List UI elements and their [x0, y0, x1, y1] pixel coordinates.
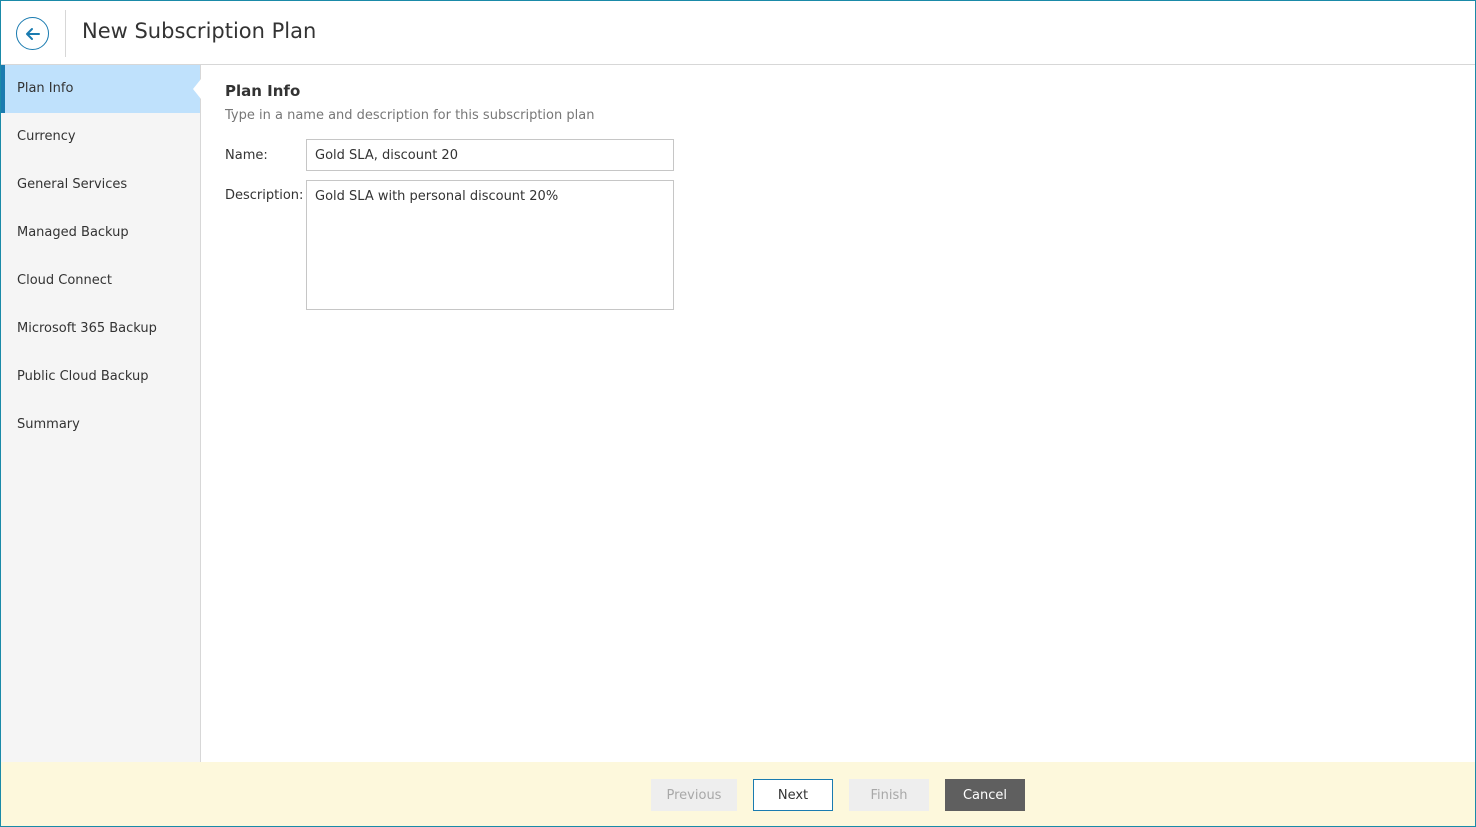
sidebar-item-label: Managed Backup — [17, 225, 129, 240]
cancel-button[interactable]: Cancel — [945, 779, 1025, 811]
sidebar-item-plan-info[interactable]: Plan Info — [1, 65, 201, 113]
sidebar-item-label: Currency — [17, 129, 76, 144]
arrow-left-circle-icon — [25, 27, 40, 40]
description-label: Description: — [225, 188, 304, 203]
wizard-window: New Subscription Plan Plan Info Currency… — [0, 0, 1476, 827]
description-textarea[interactable]: Gold SLA with personal discount 20% — [306, 180, 674, 310]
sidebar-item-label: Plan Info — [17, 81, 74, 96]
sidebar-item-label: Public Cloud Backup — [17, 369, 149, 384]
page-title: New Subscription Plan — [82, 19, 317, 43]
next-button[interactable]: Next — [753, 779, 833, 811]
sidebar-item-managed-backup[interactable]: Managed Backup — [1, 209, 200, 257]
wizard-header: New Subscription Plan — [1, 1, 1475, 65]
sidebar-item-label: General Services — [17, 177, 128, 192]
wizard-footer: Previous Next Finish Cancel — [1, 762, 1475, 826]
sidebar-item-microsoft-365-backup[interactable]: Microsoft 365 Backup — [1, 305, 200, 353]
previous-button[interactable]: Previous — [651, 779, 737, 811]
sidebar-item-currency[interactable]: Currency — [1, 113, 200, 161]
section-title: Plan Info — [225, 82, 301, 100]
finish-button[interactable]: Finish — [849, 779, 929, 811]
sidebar-item-cloud-connect[interactable]: Cloud Connect — [1, 257, 200, 305]
header-divider — [65, 10, 66, 57]
sidebar-item-label: Summary — [17, 417, 80, 432]
sidebar-item-summary[interactable]: Summary — [1, 401, 200, 449]
name-input[interactable] — [306, 139, 674, 171]
sidebar-item-label: Microsoft 365 Backup — [17, 321, 157, 336]
plan-info-panel: Plan Info Type in a name and description… — [202, 65, 1475, 762]
sidebar-item-public-cloud-backup[interactable]: Public Cloud Backup — [1, 353, 200, 401]
wizard-steps-sidebar: Plan Info Currency General Services Mana… — [1, 65, 201, 762]
name-label: Name: — [225, 148, 268, 163]
sidebar-item-general-services[interactable]: General Services — [1, 161, 200, 209]
sidebar-item-label: Cloud Connect — [17, 273, 113, 288]
back-button[interactable] — [16, 17, 49, 50]
section-description: Type in a name and description for this … — [225, 108, 595, 123]
